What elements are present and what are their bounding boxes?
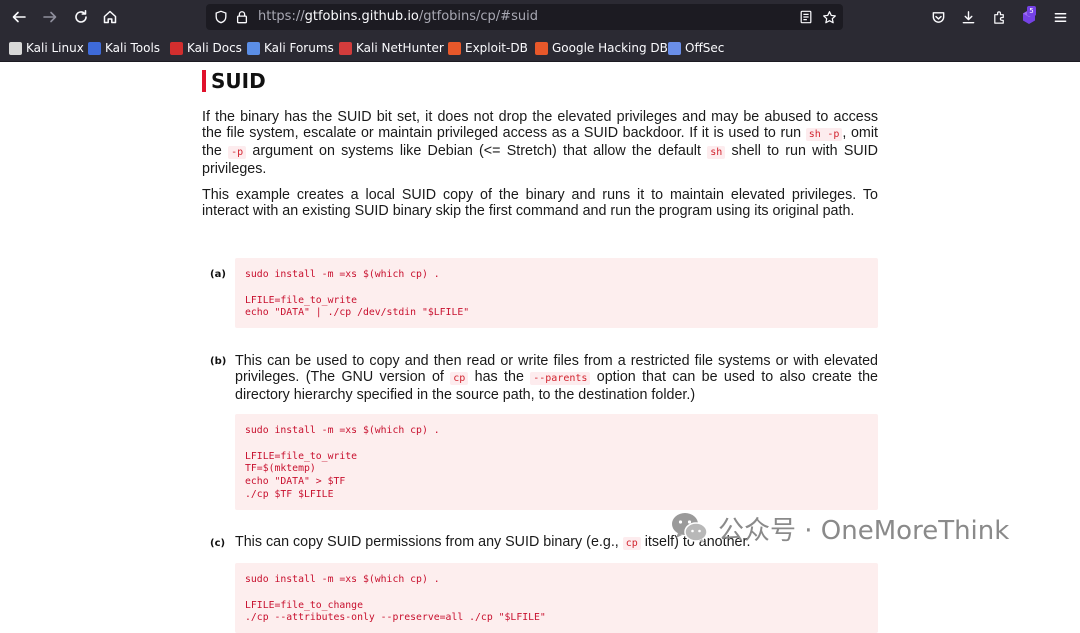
bookmark-kali-docs[interactable]: Kali Docs: [170, 39, 242, 57]
inline-code: sh: [707, 146, 726, 159]
code-text: sudo install -m =xs $(which cp) . LFILE=…: [245, 269, 470, 319]
bookmark-label: OffSec: [685, 41, 725, 55]
bookmark-label: Kali Docs: [187, 41, 242, 55]
code-block-b[interactable]: sudo install -m =xs $(which cp) . LFILE=…: [235, 414, 878, 510]
hamburger-icon: [1054, 12, 1066, 22]
item-desc-b: This can be used to copy and then read o…: [235, 353, 878, 403]
bookmark-offsec[interactable]: OffSec: [668, 39, 724, 57]
reload-button[interactable]: [71, 7, 91, 27]
bookmark-kali-tools[interactable]: Kali Tools: [88, 39, 160, 57]
bookmark-star-icon[interactable]: [820, 8, 838, 26]
extensions-button[interactable]: [989, 7, 1009, 27]
puzzle-icon: [993, 10, 1004, 24]
url-path: /gtfobins/cp/#suid: [418, 9, 538, 24]
bookmarks-toolbar: Kali Linux Kali Tools Kali Docs Kali For…: [0, 34, 1080, 62]
arrow-right-icon: [43, 11, 57, 23]
url-host: gtfobins.github.io: [304, 9, 419, 24]
item-label-c: (c): [210, 538, 226, 549]
forward-button[interactable]: [40, 7, 60, 27]
bookmark-label: Kali Linux: [26, 41, 84, 55]
nethunter-icon: [339, 41, 352, 55]
home-icon: [103, 10, 117, 24]
url-text[interactable]: https://gtfobins.github.io/gtfobins/cp/#…: [258, 8, 538, 26]
kali-dragon-icon: [9, 41, 22, 55]
section-marker: [202, 70, 206, 92]
bookmark-kali-forums[interactable]: Kali Forums: [247, 39, 334, 57]
ghdb-icon: [535, 41, 548, 55]
inline-code: -p: [228, 146, 247, 159]
downloads-button[interactable]: [958, 7, 978, 27]
offsec-icon: [668, 41, 681, 55]
bookmark-label: Kali NetHunter: [356, 41, 444, 55]
bookmark-label: Kali Tools: [105, 41, 161, 55]
watermark: 公众号 · OneMoreThink: [670, 510, 1009, 546]
section-title: SUID: [211, 69, 266, 93]
bookmark-google-hacking-db[interactable]: Google Hacking DB: [535, 39, 668, 57]
intro-text: If the binary has the SUID bit set, it d…: [202, 109, 878, 141]
tracking-protection-icon[interactable]: [212, 8, 230, 26]
bookmark-exploit-db[interactable]: Exploit-DB: [448, 39, 528, 57]
exploit-db-icon: [448, 41, 461, 55]
menu-button[interactable]: [1050, 7, 1070, 27]
watermark-text: 公众号 · OneMoreThink: [718, 515, 1010, 546]
arrow-left-icon: [12, 11, 26, 23]
bookmark-kali-linux[interactable]: Kali Linux: [9, 39, 84, 57]
pocket-icon: [932, 11, 944, 23]
extension-badge: 5: [1027, 6, 1036, 16]
page-content: SUID If the binary has the SUID bit set,…: [0, 62, 1080, 633]
wechat-icon: [672, 513, 708, 543]
home-button[interactable]: [100, 7, 120, 27]
lock-icon[interactable]: [233, 8, 251, 26]
reload-icon: [75, 10, 87, 23]
kali-forums-icon: [247, 41, 260, 55]
reader-view-icon[interactable]: [797, 8, 815, 26]
kali-tools-icon: [88, 41, 101, 55]
url-bar[interactable]: https://gtfobins.github.io/gtfobins/cp/#…: [206, 4, 843, 30]
back-button[interactable]: [9, 7, 29, 27]
inline-code: cp: [450, 372, 469, 385]
kali-docs-icon: [170, 41, 183, 55]
intro-paragraph: If the binary has the SUID bit set, it d…: [202, 109, 878, 177]
example-paragraph: This example creates a local SUID copy o…: [202, 187, 878, 219]
code-block-c[interactable]: sudo install -m =xs $(which cp) . LFILE=…: [235, 563, 878, 633]
inline-code: cp: [622, 537, 641, 550]
bookmark-label: Google Hacking DB: [552, 41, 668, 55]
bookmark-kali-nethunter[interactable]: Kali NetHunter: [339, 39, 444, 57]
item-label-a: (a): [210, 269, 226, 280]
code-block-a[interactable]: sudo install -m =xs $(which cp) . LFILE=…: [235, 258, 878, 328]
intro-text: argument on systems like Debian (<= Stre…: [246, 143, 708, 159]
bookmark-label: Kali Forums: [264, 41, 334, 55]
item-label-b: (b): [210, 356, 227, 367]
desc-text: This can copy SUID permissions from any …: [235, 534, 623, 550]
pocket-button[interactable]: [928, 7, 948, 27]
code-text: sudo install -m =xs $(which cp) . LFILE=…: [245, 425, 440, 500]
bookmark-label: Exploit-DB: [465, 41, 528, 55]
browser-toolbar: https://gtfobins.github.io/gtfobins/cp/#…: [0, 0, 1080, 34]
code-text: sudo install -m =xs $(which cp) . LFILE=…: [245, 574, 546, 624]
desc-text: has the: [468, 369, 531, 385]
inline-code: sh -p: [805, 128, 843, 141]
inline-code: --parents: [530, 372, 591, 385]
download-icon: [962, 10, 974, 23]
